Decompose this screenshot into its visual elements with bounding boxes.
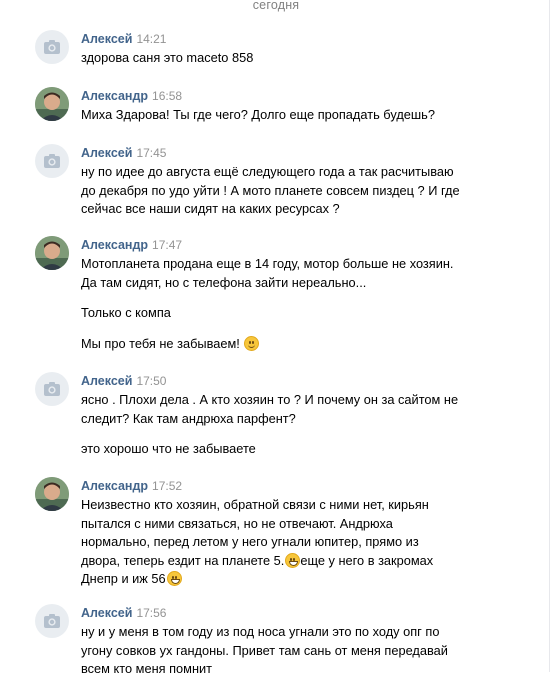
- message-line: это хорошо что не забываете: [81, 441, 256, 456]
- message-line: Только с компа: [81, 305, 171, 320]
- message-line: двора, теперь ездит на планете 5. еще у н…: [81, 552, 481, 571]
- message-history: сегодня Алексей 14:21 здорова саня это ma…: [0, 0, 552, 676]
- camera-icon: [44, 382, 60, 396]
- message-line: Мотопланета продана еще в 14 году, мотор…: [81, 256, 454, 271]
- grinning-face-emoji: [166, 571, 182, 586]
- message-author[interactable]: Александр: [81, 238, 148, 252]
- message-author[interactable]: Алексей: [81, 146, 132, 160]
- avatar[interactable]: [35, 30, 69, 64]
- smiling-face-emoji: [244, 335, 260, 351]
- grinning-face-emoji: [285, 552, 301, 568]
- message-text: Мотопланета продана еще в 14 году, мотор…: [81, 255, 481, 353]
- avatar[interactable]: [35, 477, 69, 511]
- message-line: Мы про тебя не забываем!: [81, 335, 481, 354]
- message-author[interactable]: Александр: [81, 479, 148, 493]
- user-photo: [35, 87, 69, 121]
- date-separator: сегодня: [252, 0, 300, 12]
- user-photo: [35, 477, 69, 511]
- message-line: следит? Как там андрюха парфент?: [81, 410, 296, 426]
- message-author[interactable]: Алексей: [81, 32, 132, 46]
- message-text: Неизвестно кто хозяин, обратной связи с …: [81, 496, 481, 589]
- message-time[interactable]: 17:52: [152, 479, 182, 493]
- message-text: ясно . Плохи дела . А кто хозяин то ? И …: [81, 391, 481, 459]
- message-time[interactable]: 14:21: [136, 32, 166, 46]
- message-author[interactable]: Алексей: [81, 374, 132, 388]
- avatar[interactable]: [35, 372, 69, 406]
- message-line-text: Днепр и иж 56: [81, 571, 166, 586]
- message-line: Да там сидят, но с телефона зайти нереал…: [81, 274, 367, 290]
- avatar[interactable]: [35, 236, 69, 270]
- avatar[interactable]: [35, 144, 69, 178]
- message-time[interactable]: 17:45: [136, 146, 166, 160]
- camera-icon: [44, 614, 60, 628]
- message-text: ну по идее до августа ещё следующего год…: [81, 163, 481, 219]
- message-line: пытался с ними связаться, но не отвечают…: [81, 515, 393, 531]
- message-line-text: еще у него в закромах: [300, 552, 434, 568]
- message-line-text: двора, теперь ездит на планете 5.: [81, 552, 285, 568]
- camera-icon: [44, 154, 60, 168]
- message-line: здорова саня это maceto 858: [81, 50, 254, 65]
- message-line: сейчас все наши сидят на каких ресурсах …: [81, 201, 340, 216]
- message-author[interactable]: Александр: [81, 89, 148, 103]
- message-time[interactable]: 17:56: [136, 606, 166, 620]
- camera-icon: [44, 40, 60, 54]
- message-time[interactable]: 17:47: [152, 238, 182, 252]
- message-text: Миха Здарова! Ты где чего? Долго еще про…: [81, 106, 481, 125]
- message-line: всем кто меня помнит: [81, 661, 213, 676]
- scrollbar-track[interactable]: [549, 0, 550, 672]
- message-line: Неизвестно кто хозяин, обратной связи с …: [81, 497, 429, 512]
- avatar[interactable]: [35, 604, 69, 638]
- message-text: здорова саня это maceto 858: [81, 49, 481, 68]
- message-line: ну и у меня в том году из под носа угнал…: [81, 624, 440, 639]
- message-time[interactable]: 16:58: [152, 89, 182, 103]
- message-line: Днепр и иж 56: [81, 570, 481, 589]
- message-text: ну и у меня в том году из под носа угнал…: [81, 623, 481, 679]
- message-line: до декабря по удо уйти ! А мото планете …: [81, 182, 460, 198]
- message-line-text: Мы про тебя не забываем!: [81, 335, 244, 351]
- message-line: ясно . Плохи дела . А кто хозяин то ? И …: [81, 392, 459, 407]
- message-author[interactable]: Алексей: [81, 606, 132, 620]
- message-line: угону совков ух гандоны. Привет там сань…: [81, 642, 448, 658]
- avatar[interactable]: [35, 87, 69, 121]
- message-line: нормально, перед летом у него угнали юпи…: [81, 534, 419, 549]
- message-line: Миха Здарова! Ты где чего? Долго еще про…: [81, 107, 435, 122]
- user-photo: [35, 236, 69, 270]
- message-line: ну по идее до августа ещё следующего год…: [81, 164, 454, 179]
- message-time[interactable]: 17:50: [136, 374, 166, 388]
